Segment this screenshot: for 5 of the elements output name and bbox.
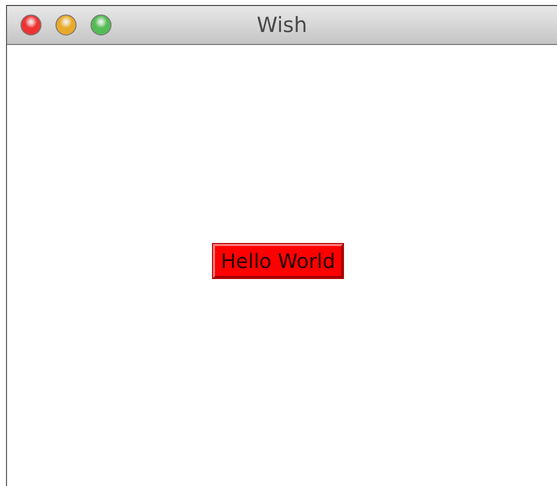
minimize-icon[interactable] [55, 14, 77, 36]
close-icon[interactable] [20, 14, 42, 36]
window-title: Wish [256, 13, 308, 37]
hello-world-button[interactable]: Hello World [212, 244, 344, 278]
zoom-icon[interactable] [90, 14, 112, 36]
